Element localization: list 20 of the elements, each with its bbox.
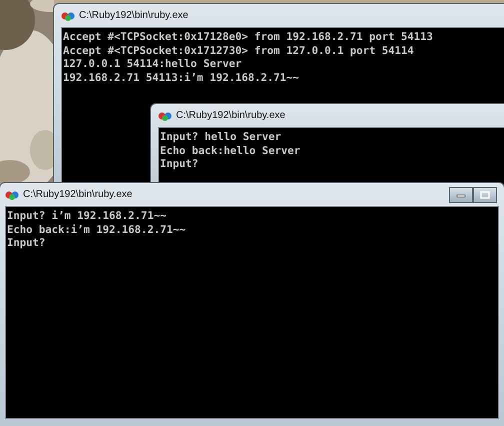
- minimize-button[interactable]: [449, 186, 473, 202]
- console-line: Accept #<TCPSocket:0x1712730> from 127.0.0.1 port 54114: [63, 44, 415, 58]
- console-line: Input?: [160, 158, 200, 172]
- window-title: C:\Ruby192\bin\ruby.exe: [79, 10, 188, 21]
- console-line: 127.0.0.1 54114:hello Server: [63, 58, 243, 72]
- console-line: Input?: [7, 237, 46, 250]
- console-line: 192.168.2.71 54113:i’m 192.168.2.71~~: [63, 72, 300, 85]
- console-line: Accept #<TCPSocket:0x17128e0> from 192.168.2.71 port 54113: [63, 31, 434, 44]
- window-title: C:\Ruby192\bin\ruby.exe: [176, 110, 286, 121]
- app-icon: [158, 110, 172, 120]
- maximize-button[interactable]: [473, 186, 497, 202]
- console-line: Input? i’m 192.168.2.71~~: [7, 210, 168, 224]
- maximize-icon: [480, 190, 490, 198]
- minimize-icon: [456, 192, 466, 198]
- console-line: Input? hello Server: [160, 131, 282, 144]
- console-line: Echo back:i’m 192.168.2.71~~: [7, 224, 187, 237]
- app-icon: [61, 10, 75, 20]
- app-icon: [5, 190, 19, 200]
- console-line: Echo back:hello Server: [160, 144, 302, 158]
- window-title: C:\Ruby192\bin\ruby.exe: [23, 189, 132, 200]
